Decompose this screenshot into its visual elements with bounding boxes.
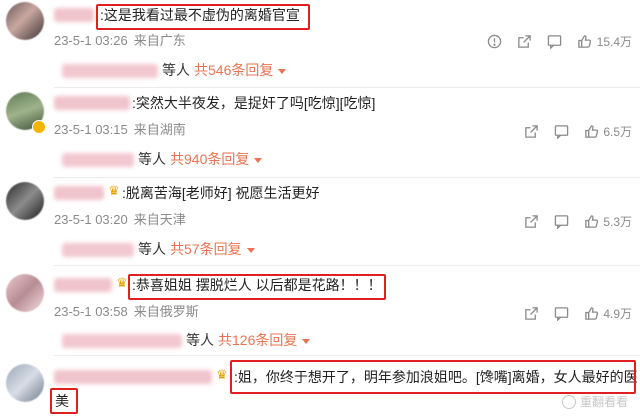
- username-blurred[interactable]: [54, 370, 212, 384]
- comment-meta: 23-5-1 03:26 来自广东: [54, 32, 186, 50]
- reply-summary[interactable]: 等人 共940条回复: [62, 148, 263, 170]
- comment-date: 23-5-1 03:58: [54, 304, 128, 319]
- like-icon[interactable]: [583, 213, 599, 229]
- reply-count-link[interactable]: 共940条回复: [170, 151, 249, 167]
- like-count: 15.4万: [596, 34, 632, 49]
- avatar[interactable]: [6, 364, 44, 402]
- highlight-box: [50, 388, 78, 414]
- more-icon[interactable]: [487, 33, 503, 49]
- share-icon[interactable]: [523, 305, 539, 321]
- highlight-box: [96, 4, 310, 30]
- chevron-down-icon: [254, 157, 263, 163]
- comment-3: ♛ :脱离苦海[老师好] 祝愿生活更好 23-5-1 03:20 来自天津 5.3…: [0, 178, 640, 266]
- comment-1: :这是我看过最不虚伪的离婚官宣 23-5-1 03:26 来自广东 15.4万 等…: [0, 0, 640, 88]
- comment-icon[interactable]: [553, 305, 569, 321]
- reply-people: 等人: [186, 332, 214, 348]
- watermark: 重翻看看: [561, 393, 628, 410]
- comment-icon[interactable]: [553, 123, 569, 139]
- comment-location: 来自广东: [133, 33, 186, 48]
- highlight-box: [230, 360, 636, 394]
- like-count: 4.9万: [603, 306, 632, 321]
- share-icon[interactable]: [517, 33, 533, 49]
- comment-5: ♛ :姐，你终于想开了，明年参加浪姐吧。[馋嘴]离婚，女人最好的医 美: [0, 356, 640, 416]
- reply-people: 等人: [138, 241, 166, 257]
- reply-count-link[interactable]: 共57条回复: [170, 241, 242, 257]
- comment-meta: 23-5-1 03:15 来自湖南: [54, 121, 186, 139]
- highlight-box: [128, 274, 386, 300]
- crown-icon: ♛: [108, 183, 120, 198]
- watermark-logo-icon: [561, 394, 576, 409]
- username-blurred[interactable]: [54, 96, 130, 110]
- reply-summary[interactable]: 等人 共546条回复: [62, 59, 287, 81]
- reply-users-blurred: [62, 334, 182, 349]
- comment-meta: 23-5-1 03:20 来自天津: [54, 211, 186, 229]
- reply-users-blurred: [62, 64, 158, 79]
- avatar[interactable]: [6, 2, 44, 40]
- reply-people: 等人: [162, 62, 190, 78]
- comment-meta: 23-5-1 03:58 来自俄罗斯: [54, 303, 199, 321]
- comment-location: 来自俄罗斯: [133, 304, 199, 319]
- reply-count-link[interactable]: 共126条回复: [218, 332, 297, 348]
- comment-text: :脱离苦海[老师好] 祝愿生活更好: [122, 185, 320, 201]
- reply-users-blurred: [62, 243, 134, 258]
- like-icon[interactable]: [577, 33, 593, 49]
- chevron-down-icon: [302, 338, 311, 344]
- comment-actions: 4.9万: [509, 303, 632, 323]
- username-blurred[interactable]: [54, 186, 104, 200]
- comment-4: ♛ :恭喜姐姐 摆脱烂人 以后都是花路！！！ 23-5-1 03:58 来自俄罗斯…: [0, 266, 640, 356]
- crown-icon: ♛: [216, 367, 228, 382]
- like-icon[interactable]: [583, 123, 599, 139]
- like-icon[interactable]: [583, 305, 599, 321]
- reply-people: 等人: [138, 151, 166, 167]
- username-blurred[interactable]: [54, 8, 94, 22]
- comment-actions: 5.3万: [509, 211, 632, 231]
- comment-actions: 6.5万: [509, 121, 632, 141]
- verified-badge-icon: [32, 120, 46, 134]
- reply-summary[interactable]: 等人 共126条回复: [62, 329, 311, 351]
- like-count: 6.5万: [603, 124, 632, 139]
- comment-date: 23-5-1 03:15: [54, 122, 128, 137]
- like-count: 5.3万: [603, 214, 632, 229]
- comment-actions: 15.4万: [473, 31, 632, 51]
- comment-2: :突然大半夜发，是捉奸了吗[吃惊][吃惊] 23-5-1 03:15 来自湖南 6…: [0, 88, 640, 178]
- reply-users-blurred: [62, 153, 134, 168]
- comment-location: 来自湖南: [133, 122, 186, 137]
- share-icon[interactable]: [523, 123, 539, 139]
- username-blurred[interactable]: [54, 278, 112, 292]
- avatar[interactable]: [6, 274, 44, 312]
- comment-text: :突然大半夜发，是捉奸了吗[吃惊][吃惊]: [132, 95, 376, 111]
- share-icon[interactable]: [523, 213, 539, 229]
- comment-icon[interactable]: [547, 33, 563, 49]
- reply-summary[interactable]: 等人 共57条回复: [62, 238, 255, 260]
- avatar[interactable]: [6, 182, 44, 220]
- chevron-down-icon: [278, 68, 287, 74]
- comment-location: 来自天津: [133, 212, 186, 227]
- comment-date: 23-5-1 03:20: [54, 212, 128, 227]
- chevron-down-icon: [246, 247, 255, 253]
- reply-count-link[interactable]: 共546条回复: [194, 62, 273, 78]
- watermark-text: 重翻看看: [579, 395, 628, 409]
- comment-date: 23-5-1 03:26: [54, 33, 128, 48]
- comment-icon[interactable]: [553, 213, 569, 229]
